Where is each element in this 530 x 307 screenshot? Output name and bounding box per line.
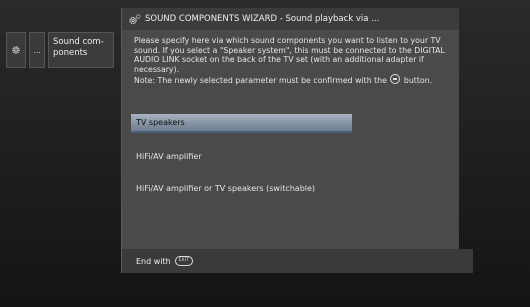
wizard-footer: End with EXIT <box>122 249 473 273</box>
note-text-end: button. <box>403 76 433 86</box>
options-list: TV speakers HiFi/AV amplifier HiFi/AV am… <box>131 114 352 212</box>
wizard-header: SOUND COMPONENTS WIZARD - Sound playback… <box>122 8 459 30</box>
breadcrumb-current-label: Sound com- ponents <box>53 37 104 58</box>
breadcrumb-ellipsis[interactable]: ... <box>29 32 45 68</box>
wizard-instructions: Please specify here via which sound comp… <box>134 36 451 86</box>
wizard-title: SOUND COMPONENTS WIZARD - Sound playback… <box>145 14 380 24</box>
wizard-note: Note: The newly selected parameter must … <box>134 74 451 86</box>
footer-label: End with <box>136 256 171 266</box>
ok-button-icon <box>390 74 401 85</box>
option-hifi-av-amplifier[interactable]: HiFi/AV amplifier <box>131 148 352 165</box>
option-label: HiFi/AV amplifier or TV speakers (switch… <box>136 184 316 193</box>
sound-components-wizard: SOUND COMPONENTS WIZARD - Sound playback… <box>121 8 473 273</box>
option-label: TV speakers <box>136 118 185 127</box>
tv-screen: ... Sound com- ponents SOUND COMPONENTS … <box>0 0 530 307</box>
note-text: Note: The newly selected parameter must … <box>134 76 387 86</box>
option-hifi-or-tv-switchable[interactable]: HiFi/AV amplifier or TV speakers (switch… <box>131 180 352 197</box>
breadcrumb: ... Sound com- ponents <box>6 32 117 68</box>
settings-gears-icon <box>129 13 141 24</box>
exit-key-icon[interactable]: EXIT <box>174 256 193 266</box>
wizard-description: Please specify here via which sound comp… <box>134 36 445 74</box>
gear-icon <box>12 46 20 54</box>
option-tv-speakers[interactable]: TV speakers <box>131 114 352 133</box>
option-label: HiFi/AV amplifier <box>136 152 202 161</box>
breadcrumb-sound-components[interactable]: Sound com- ponents <box>48 32 114 68</box>
breadcrumb-settings[interactable] <box>6 32 26 68</box>
ellipsis-label: ... <box>33 45 41 55</box>
